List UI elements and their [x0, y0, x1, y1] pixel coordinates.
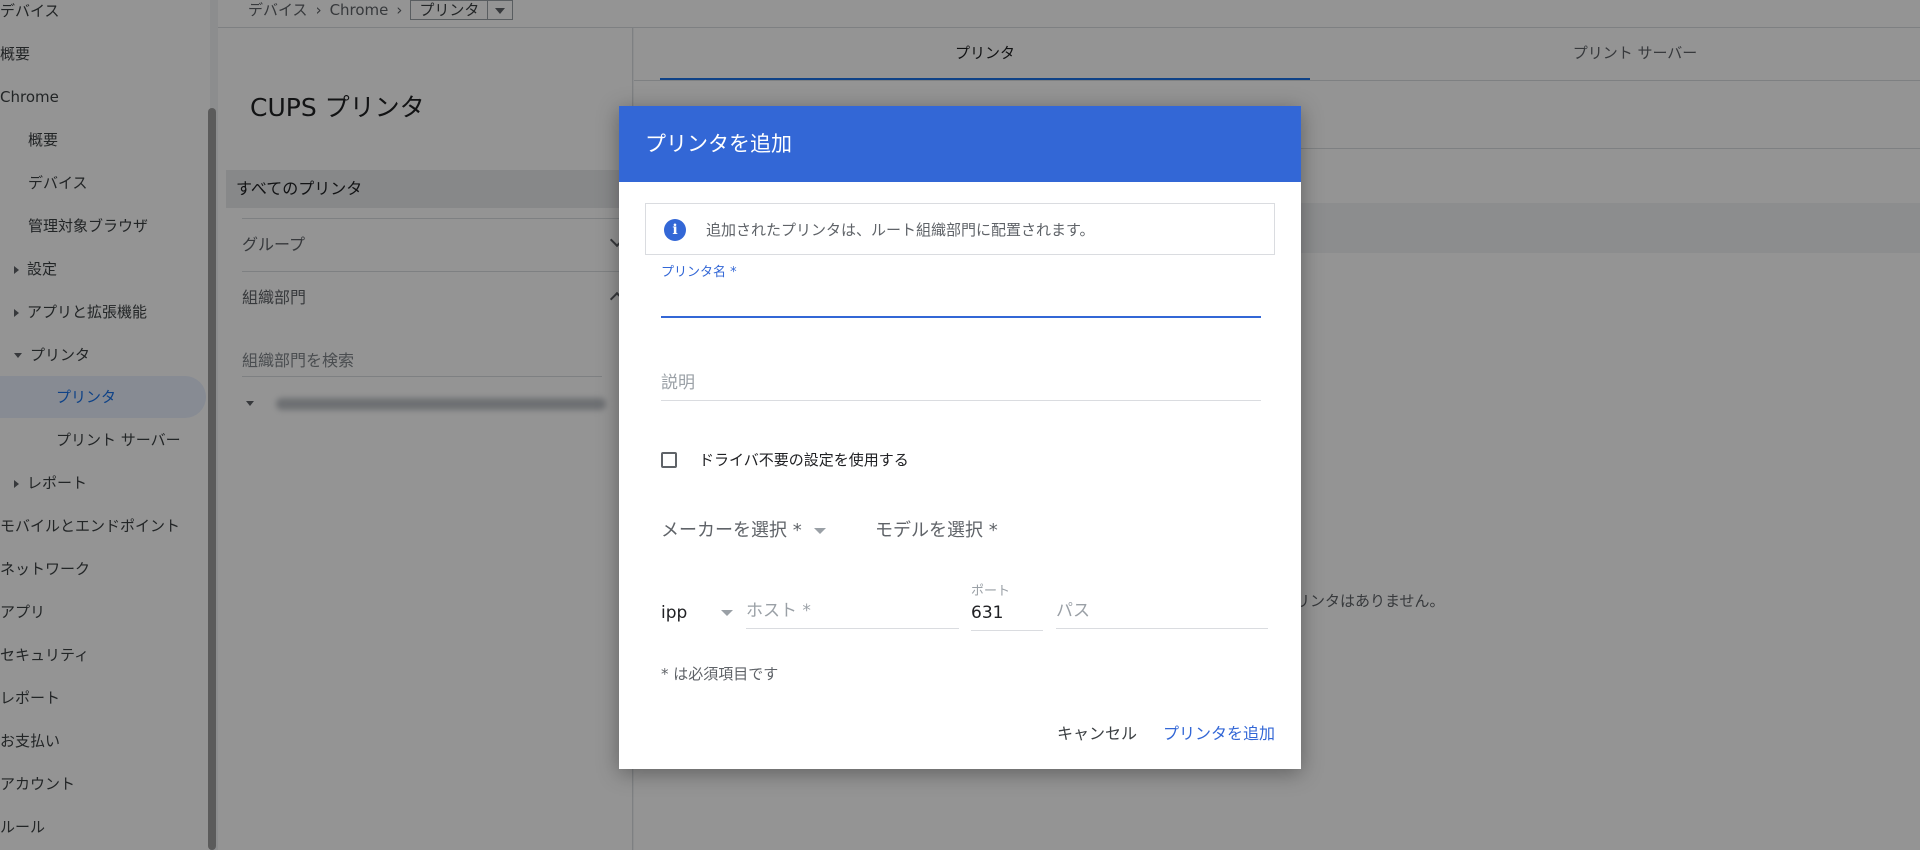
driverless-checkbox[interactable]	[661, 452, 677, 468]
info-banner: i 追加されたプリンタは、ルート組織部門に配置されます。	[645, 203, 1275, 255]
required-fields-note: * は必須項目です	[661, 665, 779, 683]
path-input[interactable]	[1056, 594, 1268, 629]
model-select-label: モデルを選択 *	[875, 520, 998, 541]
description-input[interactable]	[661, 366, 1261, 401]
printer-name-input[interactable]	[661, 282, 1261, 318]
protocol-value: ipp	[661, 603, 688, 623]
protocol-select[interactable]: ipp	[661, 603, 734, 623]
info-text: 追加されたプリンタは、ルート組織部門に配置されます。	[706, 221, 1095, 239]
add-printer-button[interactable]: プリンタを追加	[1163, 716, 1275, 752]
model-select[interactable]: モデルを選択 *	[875, 516, 998, 542]
manufacturer-select[interactable]: メーカーを選択 *	[661, 516, 826, 542]
dropdown-arrow-icon	[813, 528, 826, 534]
dialog-title: プリンタを追加	[619, 106, 1301, 182]
driverless-label: ドライバ不要の設定を使用する	[699, 451, 909, 469]
port-input[interactable]	[971, 596, 1043, 631]
info-icon: i	[664, 219, 686, 241]
dropdown-arrow-icon	[721, 610, 734, 616]
printer-name-label: プリンタ名 *	[661, 265, 737, 280]
add-printer-dialog: プリンタを追加 i 追加されたプリンタは、ルート組織部門に配置されます。 プリン…	[619, 106, 1301, 769]
manufacturer-select-label: メーカーを選択 *	[661, 520, 802, 541]
cancel-button[interactable]: キャンセル	[1057, 716, 1137, 752]
host-input[interactable]	[746, 594, 959, 629]
